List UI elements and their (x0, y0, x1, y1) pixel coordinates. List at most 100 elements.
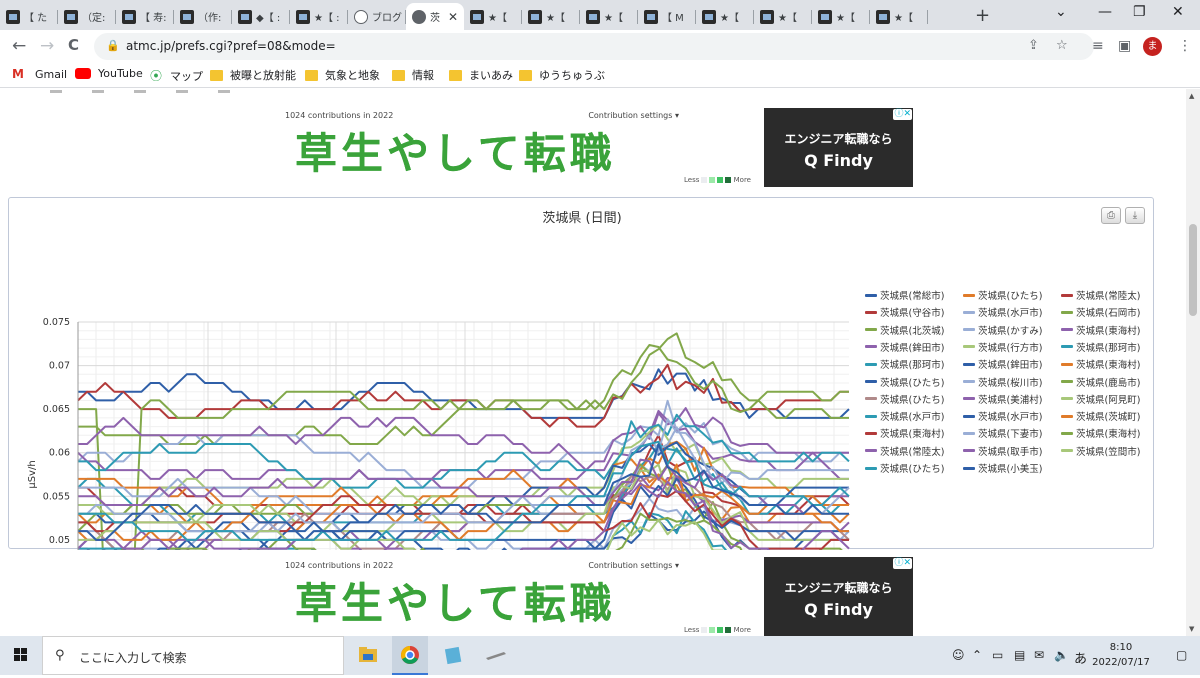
tab-1[interactable]: （定: (58, 3, 116, 30)
app-taskbar-icon-2[interactable] (478, 636, 514, 675)
bookmark-6[interactable]: まいあみ (449, 67, 513, 83)
bookmark-1[interactable]: YouTube (75, 67, 143, 80)
side-panel-icon[interactable]: ▣ (1118, 38, 1131, 54)
new-tab-button[interactable]: + (975, 5, 990, 26)
network-icon[interactable]: ▤ (1014, 648, 1025, 662)
legend-item[interactable]: 茨城県(かすみ) (963, 323, 1042, 337)
legend-item[interactable]: 茨城県(東海村) (1061, 323, 1140, 337)
legend-item[interactable]: 茨城県(北茨城) (865, 323, 944, 337)
legend-item[interactable]: 茨城県(那珂市) (1061, 340, 1140, 354)
ad-choices-icon[interactable]: ⓘ✕ (893, 558, 912, 569)
tab-6[interactable]: ブログ (348, 3, 406, 30)
ad-banner-contributions[interactable]: 1024 contributions in 2022 Contribution … (285, 111, 751, 185)
tab-0[interactable]: 【 た (0, 3, 58, 30)
reload-button[interactable]: C (68, 36, 79, 54)
address-bar[interactable]: 🔒 atmc.jp/prefs.cgi?pref=08&mode= ⇪ ☆ (94, 33, 1094, 60)
legend-item[interactable]: 茨城県(那珂市) (865, 357, 944, 371)
legend-item[interactable]: 茨城県(常陸太) (1061, 288, 1140, 302)
legend-item[interactable]: 茨城県(東海村) (1061, 357, 1140, 371)
page-scrollbar[interactable]: ▲ ▼ (1186, 89, 1200, 636)
close-tab-icon[interactable]: ✕ (448, 10, 458, 24)
legend-item[interactable]: 茨城県(小美玉) (963, 461, 1042, 475)
tab-10[interactable]: ★【 (580, 3, 638, 30)
file-explorer-icon[interactable] (350, 636, 386, 675)
start-button[interactable] (0, 636, 42, 675)
tab-14[interactable]: ★【 (812, 3, 870, 30)
scroll-up-icon[interactable]: ▲ (1189, 92, 1194, 100)
share-icon[interactable]: ⇪ (1028, 38, 1039, 53)
legend-item[interactable]: 茨城県(東海村) (1061, 426, 1140, 440)
forward-button[interactable]: → (40, 36, 54, 56)
legend-item[interactable]: 茨城県(東海村) (865, 426, 944, 440)
legend-item[interactable]: 茨城県(鹿島市) (1061, 375, 1140, 389)
contribution-settings[interactable]: Contribution settings ▾ (588, 561, 679, 570)
notification-icon[interactable]: ▢ (1176, 648, 1187, 662)
legend-item[interactable]: 茨城県(阿見町) (1061, 392, 1140, 406)
menu-icon[interactable]: ⋮ (1178, 38, 1192, 54)
bookmark-star-icon[interactable]: ☆ (1056, 38, 1068, 53)
tab-13[interactable]: ★【 (754, 3, 812, 30)
ad-banner-contributions-bottom[interactable]: 1024 contributions in 2022 Contribution … (285, 561, 751, 635)
people-icon[interactable]: ☺ (952, 648, 965, 662)
tab-12[interactable]: ★【 (696, 3, 754, 30)
close-window-button[interactable]: ✕ (1172, 4, 1184, 20)
chrome-taskbar-icon[interactable] (392, 636, 428, 675)
bookmark-2[interactable]: ⦿ マップ (150, 67, 203, 84)
tab-5[interactable]: ★【 : (290, 3, 348, 30)
bookmark-3[interactable]: 被曝と放射能 (210, 67, 296, 83)
tab-2[interactable]: 【 寿: (116, 3, 174, 30)
legend-item[interactable]: 茨城県(鉾田市) (865, 340, 944, 354)
reading-list-icon[interactable]: ≡ (1092, 38, 1104, 54)
legend-item[interactable]: 茨城県(取手市) (963, 444, 1042, 458)
legend-item[interactable]: 茨城県(石岡市) (1061, 305, 1140, 319)
scroll-down-icon[interactable]: ▼ (1189, 625, 1194, 633)
legend-item[interactable]: 茨城県(下妻市) (963, 426, 1042, 440)
taskbar-search-box[interactable]: ⚲ ここに入力して検索 (42, 636, 344, 675)
tab-active[interactable]: 茨 ✕ (406, 3, 464, 30)
back-button[interactable]: ← (12, 36, 26, 56)
ad-findy-bottom[interactable]: ⓘ✕ エンジニア転職なら Q Findy (764, 557, 913, 636)
ad-findy[interactable]: ⓘ✕ エンジニア転職なら Q Findy (764, 108, 913, 187)
tab-4[interactable]: ◆【 : (232, 3, 290, 30)
legend-item[interactable]: 茨城県(笠間市) (1061, 444, 1140, 458)
legend-item[interactable]: 茨城県(茨城町) (1061, 409, 1140, 423)
taskbar-clock[interactable]: 8:10 2022/07/17 (1090, 640, 1152, 670)
restore-button[interactable]: ❐ (1133, 4, 1146, 20)
bookmark-5[interactable]: 情報 (392, 67, 434, 83)
legend-item[interactable]: 茨城県(守谷市) (865, 305, 944, 319)
legend-item[interactable]: 茨城県(常総市) (865, 288, 944, 302)
app-taskbar-icon[interactable] (436, 636, 472, 675)
legend-item[interactable]: 茨城県(行方市) (963, 340, 1042, 354)
legend-item[interactable]: 茨城県(美浦村) (963, 392, 1042, 406)
legend-item[interactable]: 茨城県(常陸太) (865, 444, 944, 458)
tab-15[interactable]: ★【 (870, 3, 928, 30)
legend-item[interactable]: 茨城県(桜川市) (963, 375, 1042, 389)
bookmark-0[interactable]: M Gmail (12, 67, 67, 81)
legend-item[interactable]: 茨城県(ひたち) (963, 288, 1042, 302)
legend-item[interactable]: 茨城県(水戸市) (963, 305, 1042, 319)
legend-item[interactable]: 茨城県(ひたち) (865, 392, 944, 406)
contribution-settings[interactable]: Contribution settings ▾ (588, 111, 679, 120)
tab-search-icon[interactable]: ⌄ (1055, 4, 1067, 20)
legend-item[interactable]: 茨城県(ひたち) (865, 375, 944, 389)
tab-9[interactable]: ★【 (522, 3, 580, 30)
chevron-up-icon[interactable]: ⌃ (972, 648, 982, 662)
mail-icon[interactable]: ✉ (1034, 648, 1044, 662)
battery-icon[interactable]: ▭ (992, 648, 1003, 662)
legend-item[interactable]: 茨城県(鉾田市) (963, 357, 1042, 371)
bookmark-7[interactable]: ゆうちゅうぶ (519, 67, 605, 83)
tab-8[interactable]: ★【 (464, 3, 522, 30)
bookmark-4[interactable]: 気象と地象 (305, 67, 380, 83)
legend-item[interactable]: 茨城県(水戸市) (865, 409, 944, 423)
legend-item[interactable]: 茨城県(水戸市) (963, 409, 1042, 423)
print-icon[interactable]: ⎙ (1101, 207, 1121, 224)
volume-icon[interactable]: 🔈 (1054, 648, 1069, 662)
scrollbar-thumb[interactable] (1189, 224, 1197, 316)
ime-indicator[interactable]: あ (1074, 648, 1087, 667)
tab-3[interactable]: （作: (174, 3, 232, 30)
tab-11[interactable]: 【 M (638, 3, 696, 30)
ad-choices-icon[interactable]: ⓘ✕ (893, 109, 912, 120)
profile-avatar[interactable]: ま (1143, 37, 1162, 56)
minimize-button[interactable]: — (1098, 4, 1112, 20)
url-text[interactable]: atmc.jp/prefs.cgi?pref=08&mode= (126, 39, 336, 53)
